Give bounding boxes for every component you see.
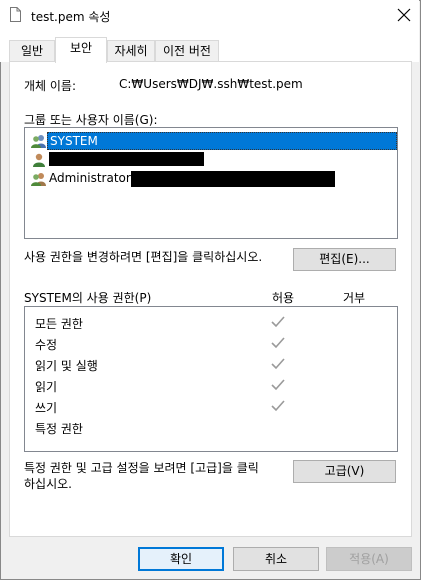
allow-check-icon	[271, 358, 285, 373]
advanced-hint-text: 특정 권한 및 고급 설정을 보려면 [고급]을 클릭 하십시오.	[24, 460, 284, 492]
advanced-hint-line: 특정 권한 및 고급 설정을 보려면 [고급]을 클릭	[24, 461, 259, 475]
close-icon[interactable]	[393, 4, 415, 26]
allow-check-icon	[271, 337, 285, 352]
apply-button[interactable]: 적용(A)	[326, 547, 412, 571]
list-item[interactable]	[29, 151, 395, 169]
list-item[interactable]: SYSTEM	[29, 132, 397, 150]
deny-header: 거부	[343, 291, 366, 305]
window-title: test.pem 속성	[31, 10, 111, 24]
user-administrators-name: Administrators	[49, 171, 138, 185]
advanced-button[interactable]: 고급(V)	[293, 460, 396, 483]
edit-button[interactable]: 편집(E)...	[293, 248, 396, 271]
permission-name: 읽기	[35, 380, 58, 394]
tab-security[interactable]: 보안	[55, 37, 107, 63]
allow-check-icon	[271, 379, 285, 394]
permission-name: 특정 권한	[35, 422, 83, 436]
allow-check-icon	[271, 316, 285, 331]
object-name-label: 개체 이름:	[24, 79, 77, 93]
users-group-icon	[31, 133, 47, 149]
permissions-listbox[interactable]: 모든 권한 수정 읽기 및 실행 읽기 쓰기 특정 권한	[24, 306, 398, 452]
user-system-name: SYSTEM	[47, 132, 397, 150]
permission-name: 모든 권한	[35, 317, 83, 331]
redacted-admin-suffix	[131, 171, 335, 187]
users-listbox[interactable]: SYSTEM Administrators	[24, 127, 398, 239]
ok-button[interactable]: 확인	[138, 547, 224, 571]
cancel-button[interactable]: 취소	[233, 547, 319, 571]
edit-hint-text: 사용 권한을 변경하려면 [편집]을 클릭하십시오.	[24, 250, 263, 264]
allow-check-icon	[271, 400, 285, 415]
tab-previous-versions[interactable]: 이전 버전	[155, 40, 219, 62]
user-icon	[31, 152, 47, 168]
tab-details[interactable]: 자세히	[107, 40, 155, 62]
users-group-icon	[31, 171, 47, 187]
permission-name: 읽기 및 실행	[35, 359, 98, 373]
file-icon	[10, 7, 21, 22]
allow-header: 허용	[272, 291, 295, 305]
permission-name: 쓰기	[35, 401, 58, 415]
group-users-label: 그룹 또는 사용자 이름(G):	[24, 113, 158, 127]
permission-name: 수정	[35, 338, 58, 352]
redacted-user-name	[49, 152, 204, 166]
tab-general[interactable]: 일반	[9, 40, 55, 62]
advanced-hint-line: 하십시오.	[24, 477, 72, 491]
permissions-label: SYSTEM의 사용 권한(P)	[24, 291, 152, 305]
object-name-value: C:₩Users₩DJ₩.ssh₩test.pem	[119, 77, 303, 91]
list-item[interactable]: Administrators	[29, 170, 395, 188]
